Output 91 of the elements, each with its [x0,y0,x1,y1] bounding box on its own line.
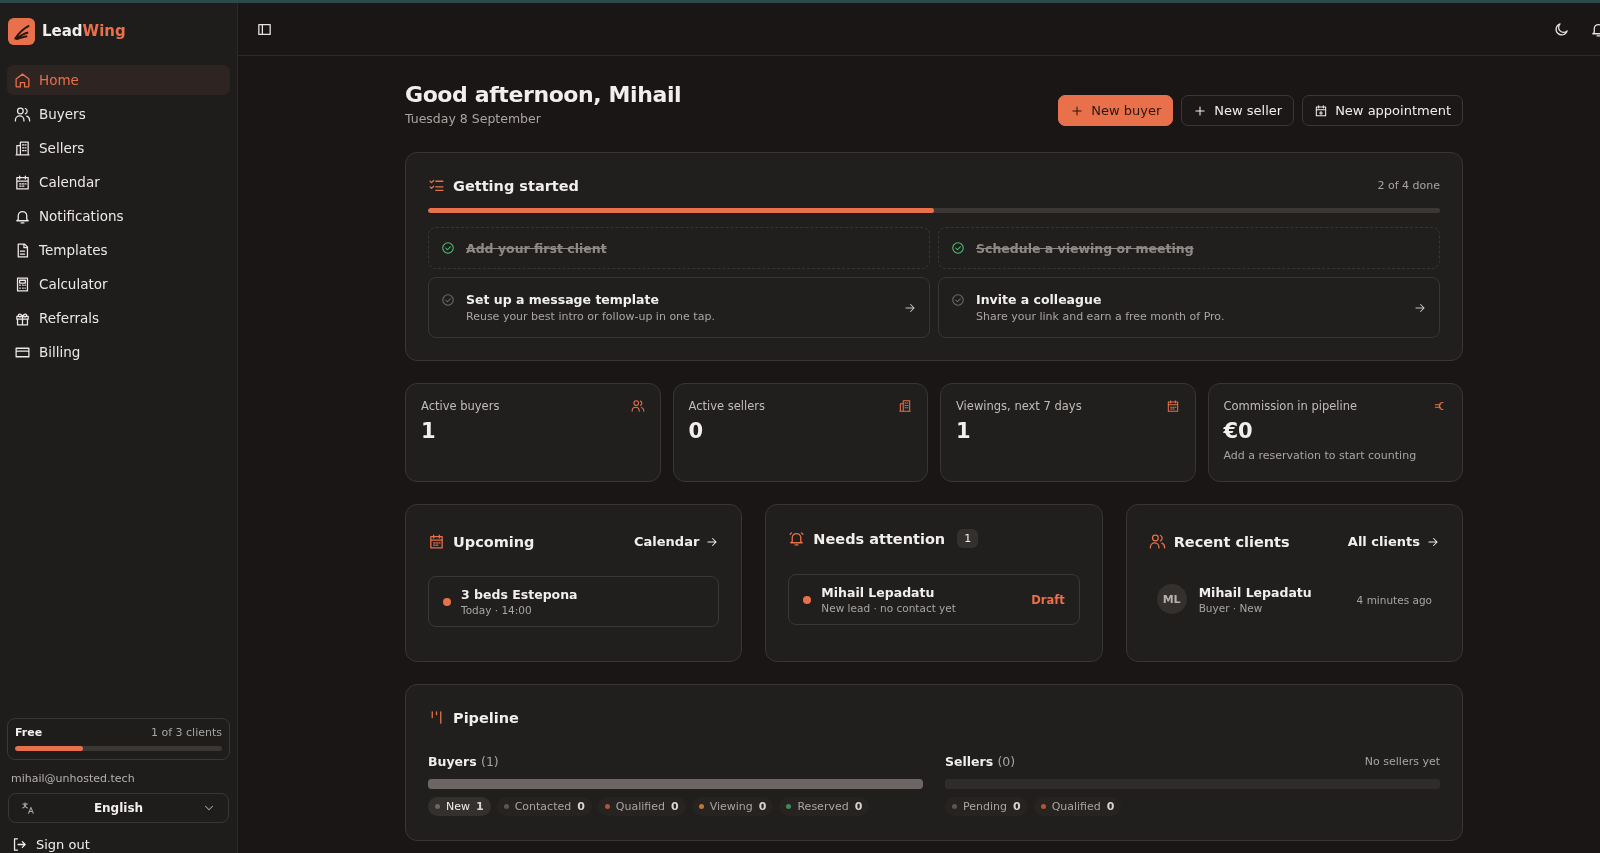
group-label: Sellers (0) [945,754,1016,769]
bell-icon [788,530,806,547]
group-label: Buyers (1) [428,754,499,769]
greeting-title: Good afternoon, Mihail [405,82,682,107]
users-icon [1148,533,1166,550]
arrow-right-icon [903,301,917,315]
plus-icon [1193,103,1208,118]
stat-value: 1 [421,419,437,443]
task-description: Share your link and earn a free month of Pro. [976,310,1226,323]
sign-out-icon [11,835,28,853]
stage-chip[interactable]: Contacted 0 [496,797,592,816]
brand-name: LeadWing [42,22,126,40]
progress-label: 2 of 4 done [1377,179,1440,192]
stage-chip[interactable]: Qualified 0 [597,797,686,816]
draft-label: Draft [1031,592,1065,607]
task-title: Add your first client [466,240,608,256]
nav-item[interactable]: Templates [7,235,230,265]
calendar-icon [14,173,31,191]
sign-out-link[interactable]: Sign out [7,823,230,853]
stage-chip[interactable]: Pending 0 [945,797,1028,816]
stat-value: €0 [1223,419,1254,443]
greeting-date: Tuesday 8 September [405,111,542,126]
user-email: mihail@unhosted.tech [11,772,136,785]
card-title: Needs attention [813,530,946,547]
count-badge: 1 [957,529,979,548]
home-icon [14,71,31,89]
client-status: New lead · no contact yet [821,602,956,614]
language-select[interactable]: English [8,793,229,823]
check-circle-icon [441,241,455,255]
calendar-plus-icon [1314,103,1329,118]
action-button[interactable]: New seller [1181,95,1295,126]
stage-chip[interactable]: New 1 [428,797,491,816]
action-button[interactable]: New appointment [1302,95,1463,126]
client-name[interactable]: Mihail Lepadatu [1198,584,1312,600]
nav-item[interactable]: Calculator [7,269,230,299]
nav-item[interactable]: Buyers [7,99,230,129]
all-clients-link[interactable]: All clients [1347,534,1440,549]
plan-usage: 1 of 3 clients [150,726,222,739]
client-name: Mihail Lepadatu [821,585,936,600]
nav-item[interactable]: Home [7,65,230,95]
event-title: 3 beds Estepona [461,587,578,602]
event-time: Today · 14:00 [461,604,533,616]
nav-item[interactable]: Billing [7,337,230,367]
task-title: Schedule a viewing or meeting [976,240,1195,256]
client-type: Buyer · New [1198,601,1264,614]
event-item[interactable]: 3 beds Estepona Today · 14:00 [428,576,720,627]
plus-icon [1070,103,1085,118]
stat-label: Commission in pipeline [1223,399,1358,413]
check-circle-icon [951,241,965,255]
building-icon [898,399,912,413]
calculator-icon [14,275,31,293]
checklist-icon [428,177,445,194]
calendar-icon [1165,399,1180,413]
circle-check-icon [951,293,965,307]
calendar-link[interactable]: Calendar [634,534,720,549]
stat-note: Add a reservation to start counting [1223,449,1418,462]
card-title: Recent clients [1173,533,1290,550]
nav-item[interactable]: Referrals [7,303,230,333]
nav-item[interactable]: Notifications [7,201,230,231]
stat-value: 1 [956,419,972,443]
avatar: ML [1156,584,1187,614]
circle-check-icon [441,293,455,307]
task-item[interactable]: Set up a message template Reuse your best intro or follow-up in one tap. [428,277,930,338]
timestamp: 4 minutes ago [1356,594,1432,606]
stat-value: 0 [688,419,705,443]
stage-chip[interactable]: Qualified 0 [1033,797,1122,816]
stat-label: Active buyers [421,399,500,413]
action-button[interactable]: New buyer [1058,95,1174,126]
card-title: Upcoming [453,533,535,550]
empty-note: No sellers yet [1364,755,1440,768]
nav-item[interactable]: Sellers [7,133,230,163]
attention-item[interactable]: Mihail Lepadatu New lead · no contact yet Draft [788,574,1080,625]
stat-label: Viewings, next 7 days [956,399,1082,413]
stage-chip[interactable]: Viewing 0 [691,797,774,816]
task-item[interactable]: Invite a colleague Share your link and earn a free month of Pro. [938,277,1440,338]
arrow-right-icon [1413,301,1427,315]
logo-icon [8,17,35,45]
building-icon [14,139,31,157]
nav-item[interactable]: Calendar [7,167,230,197]
card-title: Pipeline [453,709,519,726]
task-title: Set up a message template [466,292,660,307]
stage-chip[interactable]: Reserved 0 [779,797,870,816]
card-title: Getting started [453,177,579,194]
translate-icon [21,801,35,815]
users-icon [630,399,645,413]
task-title: Invite a colleague [976,292,1103,307]
stat-label: Active sellers [688,399,765,413]
calendar-icon [428,533,445,550]
plan-name: Free [15,726,43,739]
task-description: Reuse your best intro or follow-up in one tap. [466,310,716,323]
users-icon [14,105,31,123]
